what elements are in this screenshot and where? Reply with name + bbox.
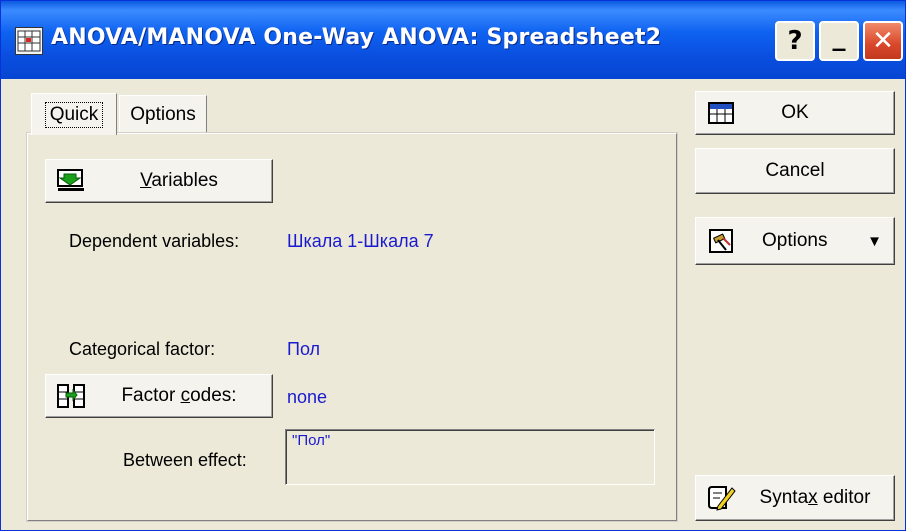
factor-codes-icon [56, 383, 86, 409]
ok-button-label: OK [781, 102, 809, 123]
tab-options-label: Options [130, 103, 196, 125]
app-icon [15, 27, 43, 55]
factor-codes-button[interactable]: Factor codes: [45, 374, 273, 418]
categorical-factor-value: Пол [287, 339, 321, 359]
options-button[interactable]: Options ▼ [695, 217, 895, 265]
minimize-icon: _ [832, 22, 846, 52]
variables-icon [56, 168, 86, 194]
help-icon: ? [787, 26, 803, 56]
options-icon [706, 228, 736, 254]
dialog-window: ANOVA/MANOVA One-Way ANOVA: Spreadsheet2… [0, 0, 906, 531]
syntax-editor-button[interactable]: Syntax editor [695, 475, 895, 521]
syntax-editor-button-label: Syntax editor [759, 487, 871, 508]
between-effect-value: "Пол" [292, 432, 331, 449]
factor-codes-button-label: Factor codes: [121, 385, 237, 406]
categorical-factor-label: Categorical factor: [69, 339, 216, 359]
tab-quick[interactable]: Quick [31, 93, 117, 135]
tab-quick-label: Quick [44, 101, 104, 128]
ok-button[interactable]: OK [695, 91, 895, 135]
dependent-variables-label: Dependent variables: [69, 231, 240, 251]
variables-button-label: Variables [140, 170, 218, 191]
dependent-variables-value: Шкала 1-Шкала 7 [287, 231, 434, 251]
cancel-button-label: Cancel [765, 160, 825, 181]
options-button-label: Options [762, 230, 828, 251]
tab-options[interactable]: Options [119, 95, 207, 133]
close-button[interactable]: ✕ [863, 21, 903, 61]
factor-codes-value: none [287, 387, 328, 407]
title-bar[interactable]: ANOVA/MANOVA One-Way ANOVA: Spreadsheet2… [1, 1, 905, 79]
close-icon: ✕ [872, 26, 894, 56]
syntax-editor-icon [706, 485, 736, 511]
between-effect-field[interactable]: "Пол" [285, 429, 655, 485]
variables-button[interactable]: Variables [45, 159, 273, 203]
minimize-button[interactable]: _ [819, 21, 859, 61]
cancel-button[interactable]: Cancel [695, 148, 895, 194]
between-effect-label: Between effect: [123, 450, 247, 470]
dropdown-arrow-icon: ▼ [867, 232, 882, 250]
help-button[interactable]: ? [775, 21, 815, 61]
window-title: ANOVA/MANOVA One-Way ANOVA: Spreadsheet2 [51, 25, 662, 50]
ok-icon [706, 100, 736, 126]
